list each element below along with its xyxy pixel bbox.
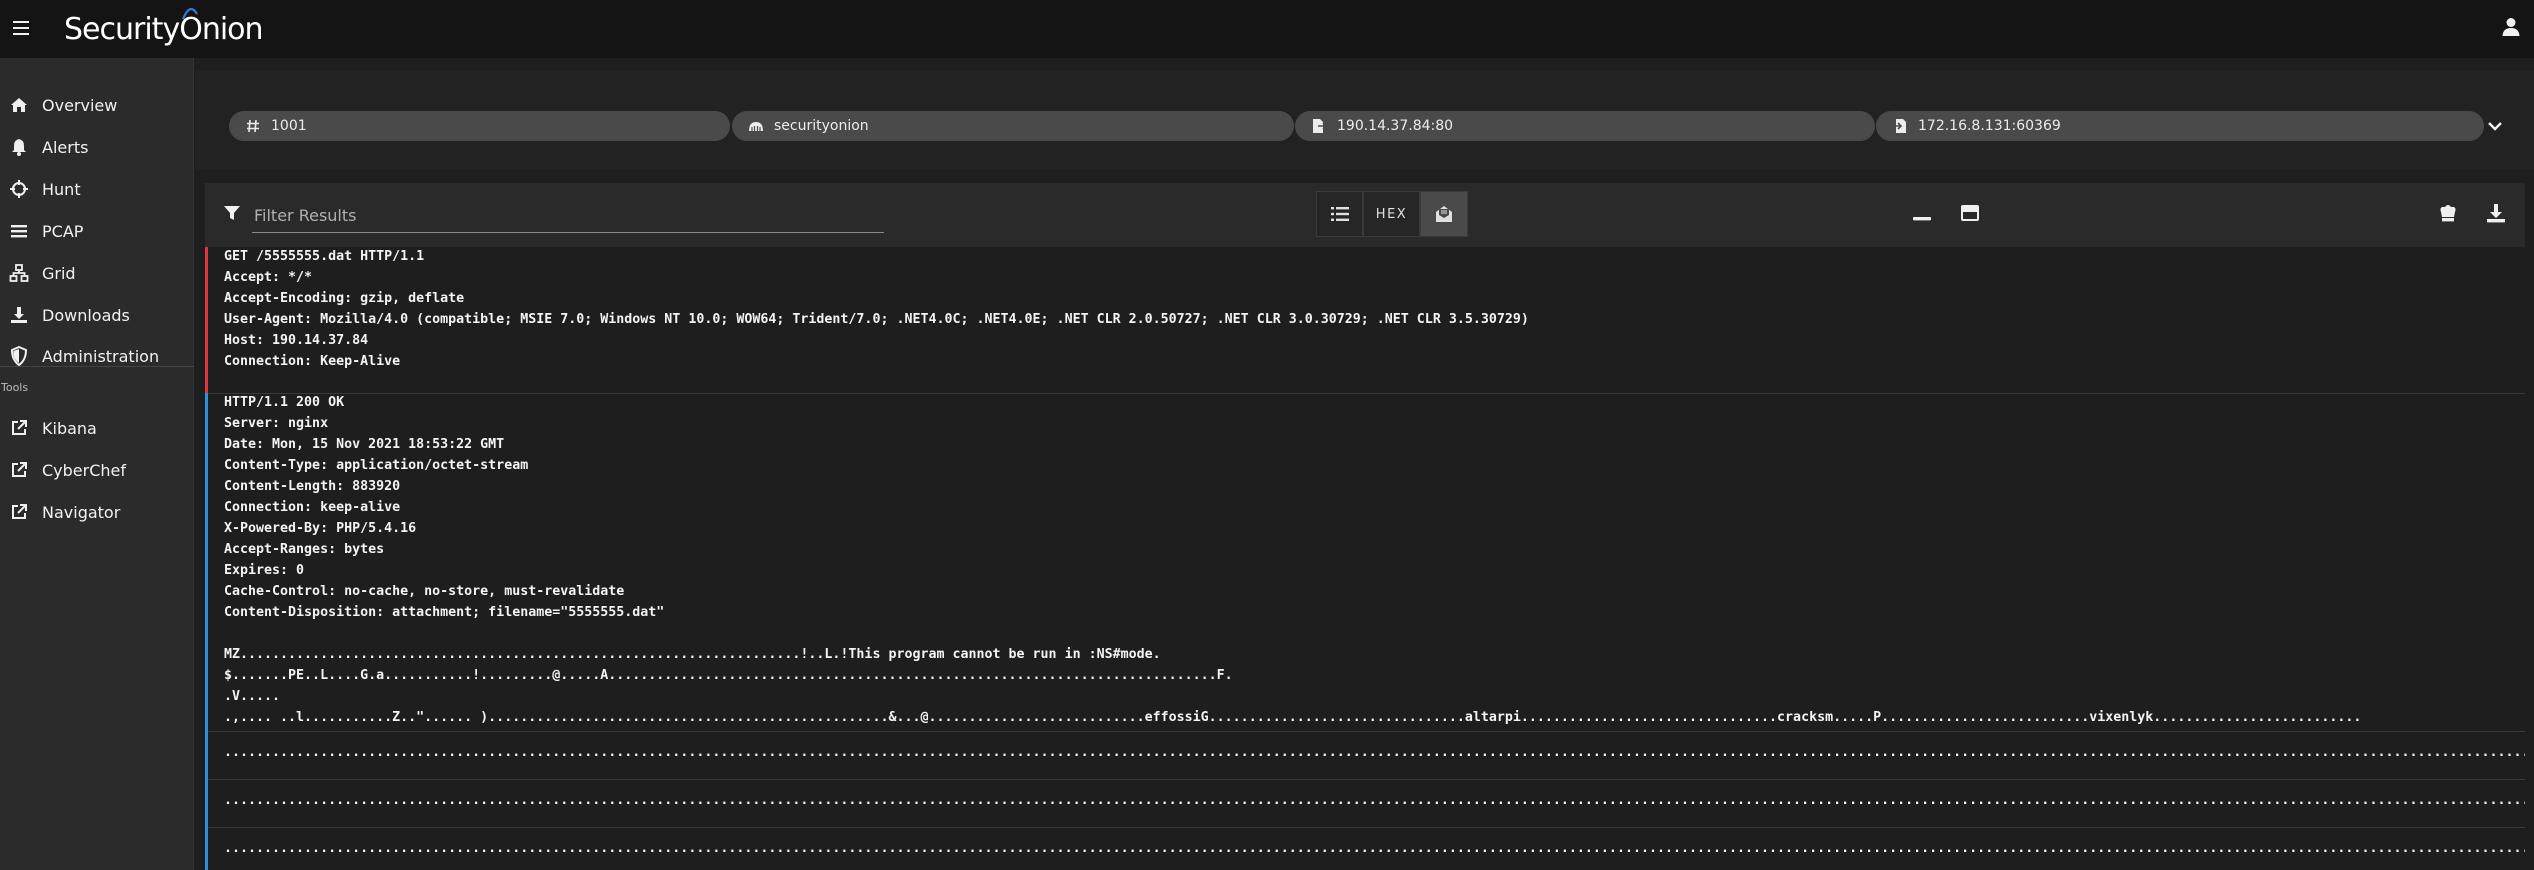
- sidebar-item-alerts[interactable]: Alerts: [0, 129, 194, 165]
- request-line: User-Agent: Mozilla/4.0 (compatible; MSI…: [224, 312, 1529, 327]
- sidebar-item-pcap[interactable]: PCAP: [0, 213, 194, 249]
- tools-section-label: Tools: [1, 381, 29, 394]
- sidebar-item-kibana[interactable]: Kibana: [0, 410, 194, 446]
- payload-line: ........................................…: [224, 745, 2525, 760]
- payload-line: ........................................…: [224, 793, 2525, 808]
- response-line: MZ......................................…: [224, 647, 1161, 662]
- external-link-icon: [12, 420, 27, 435]
- onion-o-glyph: O: [179, 7, 203, 47]
- sidebar-item-label: Overview: [42, 95, 118, 115]
- request-line: Connection: Keep-Alive: [224, 354, 401, 369]
- payload-line: ........................................…: [224, 841, 2525, 856]
- sidebar-item-label: CyberChef: [42, 460, 127, 480]
- logo-text-prefix: Security: [64, 11, 180, 47]
- sidebar-item-label: Downloads: [42, 305, 130, 325]
- sidebar-item-label: Kibana: [42, 418, 97, 438]
- bars-icon: [11, 225, 27, 238]
- home-icon: [11, 98, 27, 112]
- sidebar-item-cyberchef[interactable]: CyberChef: [0, 452, 194, 488]
- bell-icon: [12, 139, 26, 156]
- sidebar-item-label: Administration: [42, 346, 160, 366]
- response-line: Content-Type: application/octet-stream: [224, 458, 529, 473]
- request-line: GET /5555555.dat HTTP/1.1: [224, 249, 425, 264]
- sitemap-icon: [9, 264, 29, 282]
- request-line: Host: 190.14.37.84: [224, 333, 369, 348]
- response-line: Connection: keep-alive: [224, 500, 401, 515]
- response-line: Server: nginx: [224, 416, 329, 431]
- response-line: Date: Mon, 15 Nov 2021 18:53:22 GMT: [224, 437, 505, 452]
- external-link-icon: [12, 504, 27, 519]
- response-line: Content-Length: 883920: [224, 479, 401, 494]
- sidebar-item-label: PCAP: [42, 221, 84, 241]
- sidebar-item-downloads[interactable]: Downloads: [0, 297, 194, 333]
- response-line: .V.....: [224, 689, 281, 704]
- response-line: $.......PE..L....G.a...........!........…: [224, 668, 1233, 683]
- response-line: Accept-Ranges: bytes: [224, 542, 385, 557]
- sidebar-item-label: Alerts: [42, 137, 89, 157]
- sidebar-item-grid[interactable]: Grid: [0, 255, 194, 291]
- shield-icon: [10, 346, 28, 366]
- sidebar-divider: [0, 366, 194, 367]
- transcript-text-area: GET /5555555.dat HTTP/1.1 Accept: */* Ac…: [208, 0, 2525, 870]
- sidebar-item-hunt[interactable]: Hunt: [0, 171, 194, 207]
- download-icon: [11, 307, 27, 323]
- response-line: .,.... ..l...........Z.."...... ).......…: [224, 710, 2362, 725]
- sidebar: Overview Alerts Hunt PCAP Grid Downloads…: [0, 58, 194, 870]
- sidebar-item-overview[interactable]: Overview: [0, 87, 194, 123]
- request-line: Accept-Encoding: gzip, deflate: [224, 291, 465, 306]
- sidebar-item-administration[interactable]: Administration: [0, 338, 194, 374]
- hamburger-menu-icon[interactable]: [10, 17, 32, 39]
- sidebar-item-label: Hunt: [42, 179, 81, 199]
- crosshairs-icon: [10, 180, 28, 198]
- response-line: HTTP/1.1 200 OK: [224, 395, 345, 410]
- sidebar-item-label: Navigator: [42, 502, 121, 522]
- response-line: Expires: 0: [224, 563, 305, 578]
- response-line: Content-Disposition: attachment; filenam…: [224, 605, 665, 620]
- request-line: Accept: */*: [224, 270, 313, 285]
- sidebar-item-label: Grid: [42, 263, 76, 283]
- response-line: X-Powered-By: PHP/5.4.16: [224, 521, 417, 536]
- response-line: Cache-Control: no-cache, no-store, must-…: [224, 584, 625, 599]
- external-link-icon: [12, 462, 27, 477]
- sidebar-item-navigator[interactable]: Navigator: [0, 494, 194, 530]
